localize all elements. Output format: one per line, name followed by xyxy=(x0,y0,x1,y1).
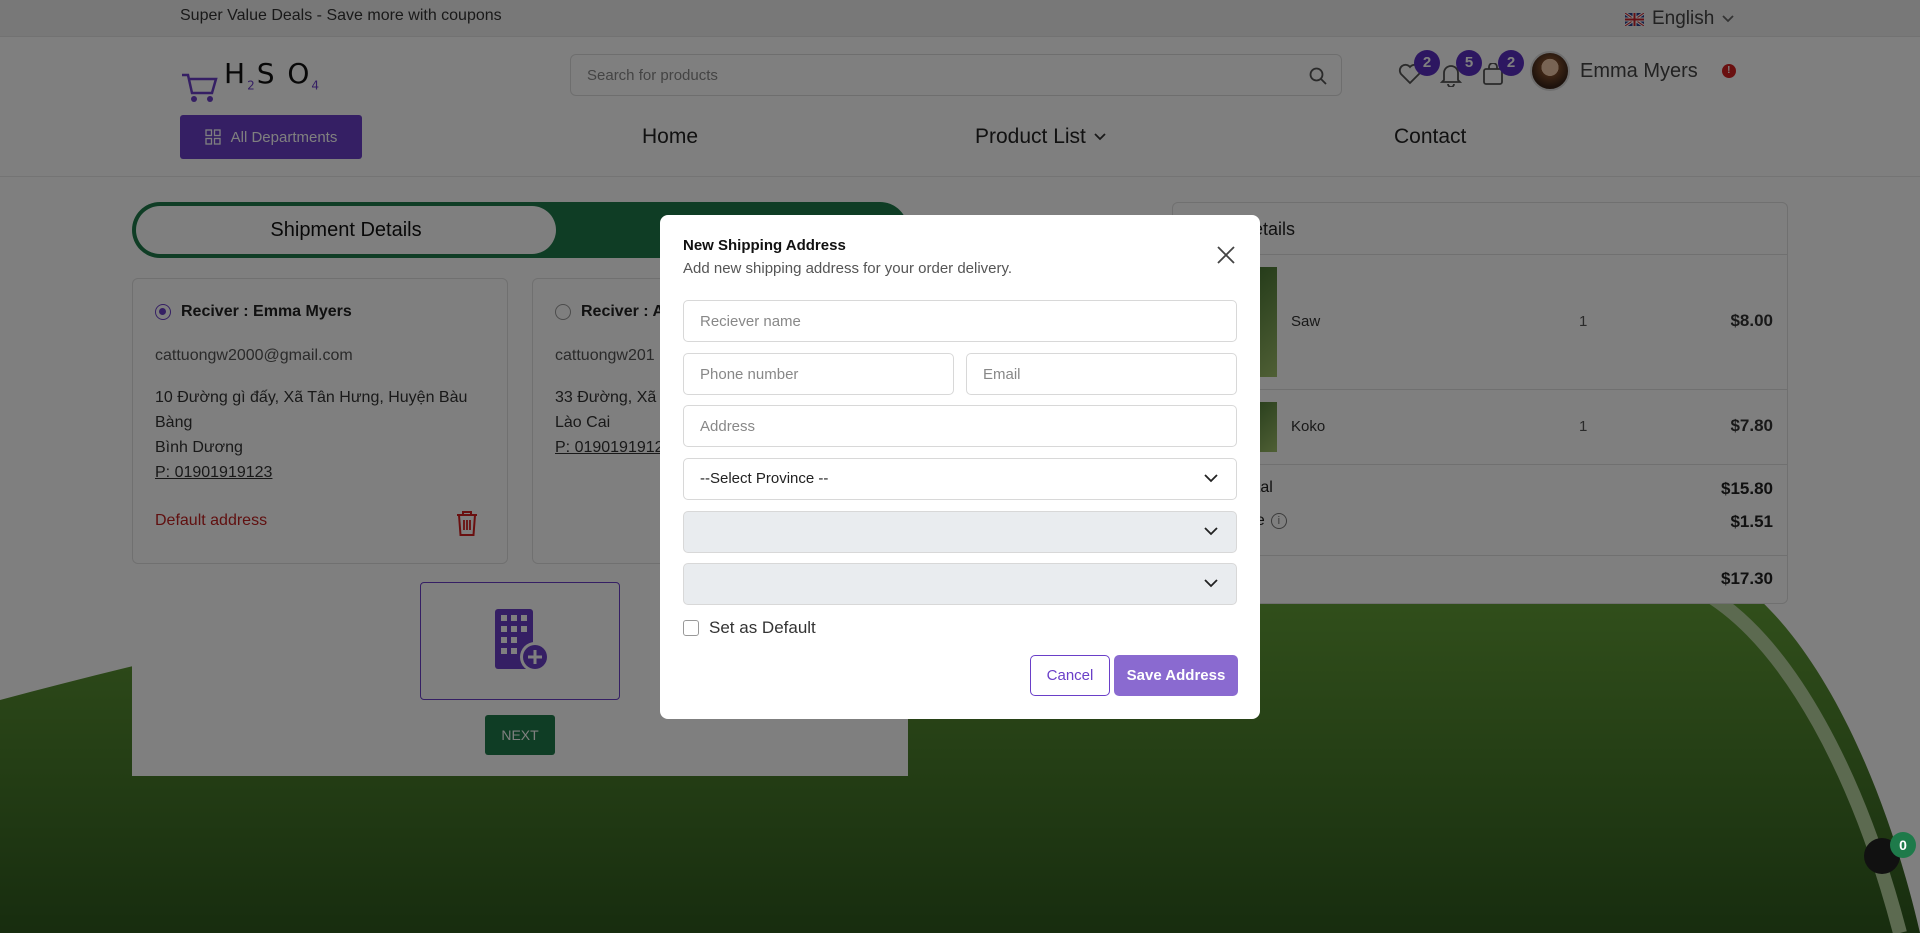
district-select xyxy=(683,511,1237,553)
modal-title: New Shipping Address xyxy=(683,237,846,254)
receiver-name-input[interactable] xyxy=(684,301,1236,341)
province-select[interactable]: --Select Province -- xyxy=(683,458,1237,500)
chat-count-badge: 0 xyxy=(1890,832,1916,858)
modal-subtitle: Add new shipping address for your order … xyxy=(683,260,1013,277)
phone-field[interactable] xyxy=(683,353,954,395)
new-address-modal: New Shipping Address Add new shipping ad… xyxy=(660,215,1260,719)
email-input[interactable] xyxy=(967,354,1236,394)
chevron-down-icon xyxy=(1204,579,1218,588)
address-field[interactable] xyxy=(683,405,1237,447)
email-field[interactable] xyxy=(966,353,1237,395)
chevron-down-icon xyxy=(1204,474,1218,483)
save-address-button[interactable]: Save Address xyxy=(1114,655,1238,696)
receiver-name-field[interactable] xyxy=(683,300,1237,342)
ward-select xyxy=(683,563,1237,605)
set-default-checkbox[interactable] xyxy=(683,620,699,636)
address-input[interactable] xyxy=(684,406,1236,446)
phone-input[interactable] xyxy=(684,354,953,394)
close-icon[interactable] xyxy=(1216,245,1236,265)
set-default-label[interactable]: Set as Default xyxy=(709,618,816,638)
chevron-down-icon xyxy=(1204,527,1218,536)
set-default-row[interactable]: Set as Default xyxy=(683,618,816,638)
cancel-button[interactable]: Cancel xyxy=(1030,655,1110,696)
province-select-value: --Select Province -- xyxy=(700,470,829,487)
